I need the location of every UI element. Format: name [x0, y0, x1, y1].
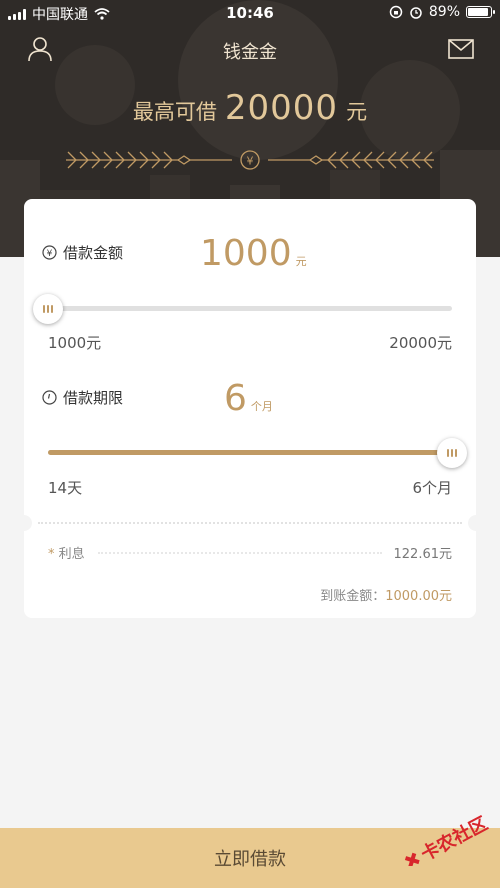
received-label: 到账金额：	[320, 589, 386, 604]
interest-label: 利息	[58, 547, 85, 562]
rotation-lock-icon	[389, 5, 403, 19]
term-slider-handle[interactable]	[437, 438, 467, 468]
mail-icon[interactable]	[448, 38, 474, 60]
status-bar: 中国联通 10:46 89%	[0, 0, 500, 26]
interest-star: *	[48, 547, 55, 562]
watermark-logo: 卡农社区	[404, 812, 491, 866]
amount-value: 1000 元	[200, 233, 307, 274]
battery-percent: 89%	[428, 4, 460, 20]
term-min-label: 14天	[48, 479, 83, 497]
max-loan-line: 最高可借 20000 元	[0, 88, 500, 128]
term-row-label: 借款期限	[42, 387, 123, 408]
svg-text:¥: ¥	[47, 249, 53, 259]
received-row: 到账金额：1000.00元	[320, 585, 452, 604]
max-loan-amount: 20000	[224, 88, 339, 128]
term-label: 借款期限	[63, 389, 124, 407]
term-max-label: 6个月	[412, 479, 452, 497]
amount-row-label: ¥ 借款金额	[42, 242, 123, 263]
amount-min-label: 1000元	[48, 334, 102, 352]
received-value: 1000.00元	[385, 589, 452, 604]
amount-slider-track[interactable]	[48, 306, 452, 311]
page-title: 钱金金	[223, 42, 277, 63]
battery-icon	[466, 6, 495, 18]
watermark-text: 卡农社区	[417, 812, 491, 865]
card-divider	[16, 515, 484, 531]
yen-ornament: ¥	[66, 150, 434, 170]
loan-card: ¥ 借款金额 1000 元 1000元 20000元 借款期限 6 个月 14天…	[16, 199, 484, 618]
term-number: 6	[224, 378, 247, 419]
term-unit: 个月	[250, 400, 273, 413]
alarm-icon	[410, 7, 422, 19]
max-loan-label: 最高可借	[132, 100, 217, 124]
yen-icon: ¥	[247, 155, 254, 168]
clock-icon	[42, 390, 57, 405]
max-loan-unit: 元	[346, 100, 368, 124]
term-slider-fill	[48, 450, 452, 455]
amount-max-label: 20000元	[389, 334, 452, 352]
interest-value: 122.61元	[393, 547, 453, 562]
amount-slider-handle[interactable]	[33, 294, 63, 324]
amount-number: 1000	[200, 233, 292, 274]
amount-label: 借款金额	[63, 244, 124, 262]
term-value: 6 个月	[224, 378, 273, 419]
amount-unit: 元	[295, 255, 307, 268]
yen-circle-icon: ¥	[42, 245, 57, 260]
interest-row: * 利息 122.61元	[48, 543, 453, 562]
